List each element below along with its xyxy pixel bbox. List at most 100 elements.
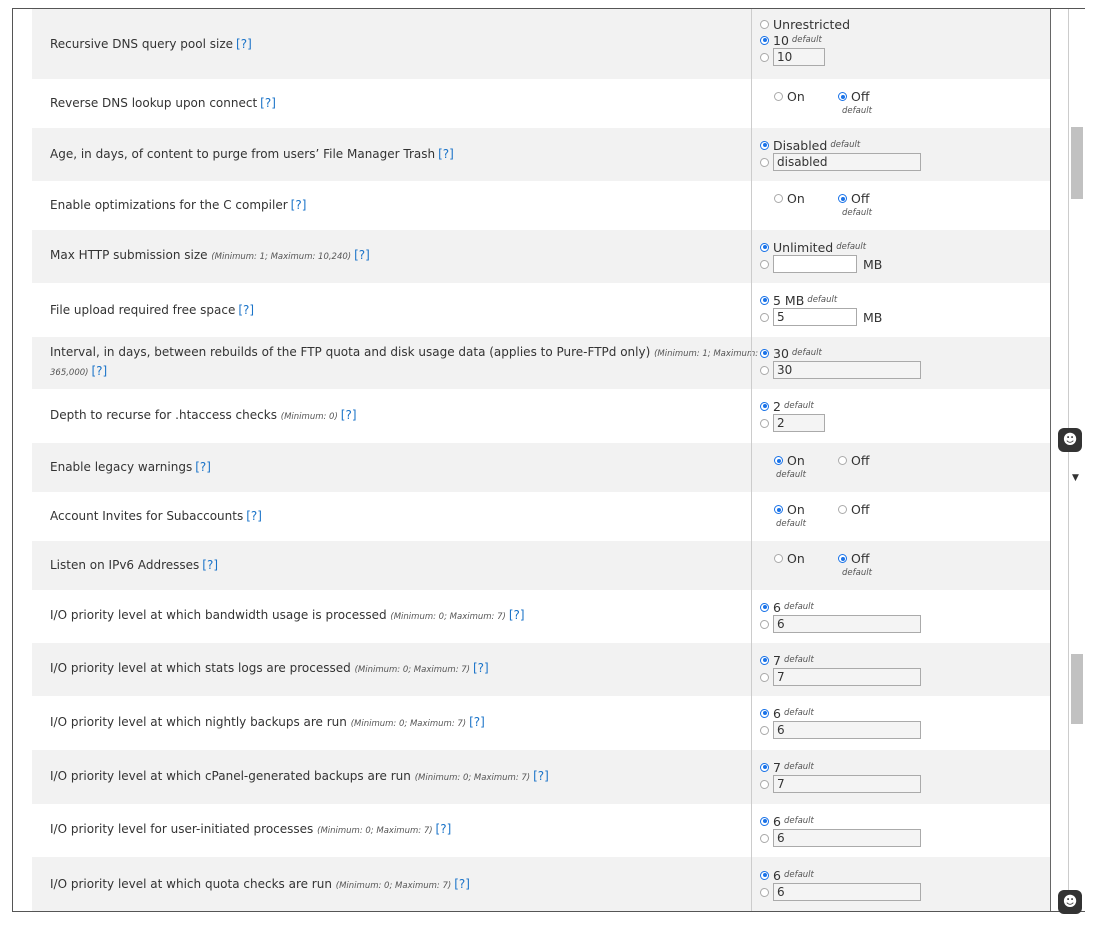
custom-value-input[interactable]: 7 — [773, 668, 921, 686]
radio-default[interactable] — [760, 762, 769, 772]
option-default[interactable]: 30 default — [760, 344, 822, 362]
chat-bubble-icon[interactable]: ☻ — [1058, 890, 1082, 914]
option-custom[interactable]: 6 — [760, 829, 921, 847]
help-link[interactable]: [?] — [509, 608, 525, 622]
help-link[interactable]: [?] — [260, 96, 276, 110]
scrollbar-thumb-lower[interactable] — [1071, 654, 1083, 724]
option-off[interactable]: Off — [838, 190, 869, 208]
option-off[interactable]: Off — [838, 452, 869, 470]
option-default[interactable]: 6 default — [760, 704, 814, 722]
option-on[interactable]: On — [774, 88, 805, 106]
option-on[interactable]: On — [774, 452, 805, 470]
option-custom[interactable]: 5 MB — [760, 308, 882, 326]
custom-value-input[interactable]: 6 — [773, 829, 921, 847]
help-link[interactable]: [?] — [436, 822, 452, 836]
radio-custom[interactable] — [760, 833, 769, 843]
radio-on[interactable] — [774, 554, 783, 563]
radio-off[interactable] — [838, 554, 847, 563]
radio-default[interactable] — [760, 708, 769, 718]
radio-custom[interactable] — [760, 312, 769, 322]
radio-off[interactable] — [838, 456, 847, 465]
option-on[interactable]: On — [774, 190, 805, 208]
help-link[interactable]: [?] — [291, 198, 307, 212]
radio-off[interactable] — [838, 92, 847, 101]
custom-value-input[interactable]: 30 — [773, 361, 921, 379]
option-default[interactable]: 10 default — [760, 31, 822, 49]
help-link[interactable]: [?] — [469, 715, 485, 729]
option-default[interactable]: 7 default — [760, 758, 814, 776]
chat-bubble-icon[interactable]: ☻ — [1058, 428, 1082, 452]
radio-custom[interactable] — [760, 672, 769, 682]
radio-default[interactable] — [760, 655, 769, 665]
custom-value-input[interactable]: disabled — [773, 153, 921, 171]
radio-default[interactable] — [760, 242, 769, 252]
help-link[interactable]: [?] — [354, 248, 370, 262]
radio-default[interactable] — [760, 140, 769, 150]
custom-value-input[interactable]: 6 — [773, 615, 921, 633]
help-link[interactable]: [?] — [238, 303, 254, 317]
radio-default[interactable] — [760, 816, 769, 826]
custom-value-input[interactable]: 7 — [773, 775, 921, 793]
option-custom[interactable]: disabled — [760, 153, 921, 171]
option-off[interactable]: Off — [838, 501, 869, 519]
option-on[interactable]: On — [774, 550, 805, 568]
radio-unrestricted[interactable] — [760, 19, 769, 29]
help-link[interactable]: [?] — [438, 147, 454, 161]
page-scrollbar[interactable] — [1068, 9, 1085, 911]
option-custom[interactable]: 7 — [760, 668, 921, 686]
radio-custom[interactable] — [760, 157, 769, 167]
option-default[interactable]: 6 default — [760, 598, 814, 616]
option-custom[interactable]: 30 — [760, 361, 921, 379]
radio-custom[interactable] — [760, 259, 769, 269]
radio-custom[interactable] — [760, 619, 769, 629]
radio-default[interactable] — [760, 348, 769, 358]
option-off[interactable]: Off — [838, 88, 869, 106]
help-link[interactable]: [?] — [195, 460, 211, 474]
option-custom[interactable]: 2 — [760, 414, 825, 432]
help-link[interactable]: [?] — [202, 558, 218, 572]
radio-on[interactable] — [774, 456, 783, 465]
help-link[interactable]: [?] — [341, 408, 357, 422]
radio-custom[interactable] — [760, 887, 769, 897]
radio-custom[interactable] — [760, 779, 769, 789]
option-custom[interactable]: 7 — [760, 775, 921, 793]
option-default[interactable]: 5 MB default — [760, 291, 837, 309]
option-on[interactable]: On — [774, 501, 805, 519]
radio-custom[interactable] — [760, 52, 769, 62]
radio-default[interactable] — [760, 295, 769, 305]
option-default[interactable]: Unlimited default — [760, 238, 866, 256]
option-default[interactable]: Disabled default — [760, 136, 860, 154]
help-link[interactable]: [?] — [473, 661, 489, 675]
option-custom[interactable]: 6 — [760, 615, 921, 633]
help-link[interactable]: [?] — [236, 37, 252, 51]
custom-value-input[interactable]: 10 — [773, 48, 825, 66]
option-custom[interactable]: 10 — [760, 48, 825, 66]
option-off[interactable]: Off — [838, 550, 869, 568]
custom-value-input[interactable]: 5 — [773, 308, 857, 326]
help-link[interactable]: [?] — [246, 509, 262, 523]
radio-on[interactable] — [774, 505, 783, 514]
radio-off[interactable] — [838, 505, 847, 514]
radio-custom[interactable] — [760, 365, 769, 375]
custom-value-input[interactable]: 6 — [773, 883, 921, 901]
radio-default[interactable] — [760, 401, 769, 411]
help-link[interactable]: [?] — [91, 364, 107, 378]
radio-custom[interactable] — [760, 418, 769, 428]
radio-default[interactable] — [760, 35, 769, 45]
option-default[interactable]: 2 default — [760, 397, 814, 415]
help-link[interactable]: [?] — [533, 769, 549, 783]
option-custom[interactable]: MB — [760, 255, 882, 273]
radio-default[interactable] — [760, 602, 769, 612]
help-link[interactable]: [?] — [454, 877, 470, 891]
option-default[interactable]: 6 default — [760, 812, 814, 830]
scrollbar-thumb-upper[interactable] — [1071, 127, 1083, 199]
custom-value-input[interactable]: 2 — [773, 414, 825, 432]
radio-custom[interactable] — [760, 725, 769, 735]
option-custom[interactable]: 6 — [760, 883, 921, 901]
custom-value-input[interactable] — [773, 255, 857, 273]
radio-on[interactable] — [774, 92, 783, 101]
caret-down-icon[interactable]: ▼ — [1072, 473, 1079, 483]
option-default[interactable]: 6 default — [760, 866, 814, 884]
custom-value-input[interactable]: 6 — [773, 721, 921, 739]
option-custom[interactable]: 6 — [760, 721, 921, 739]
